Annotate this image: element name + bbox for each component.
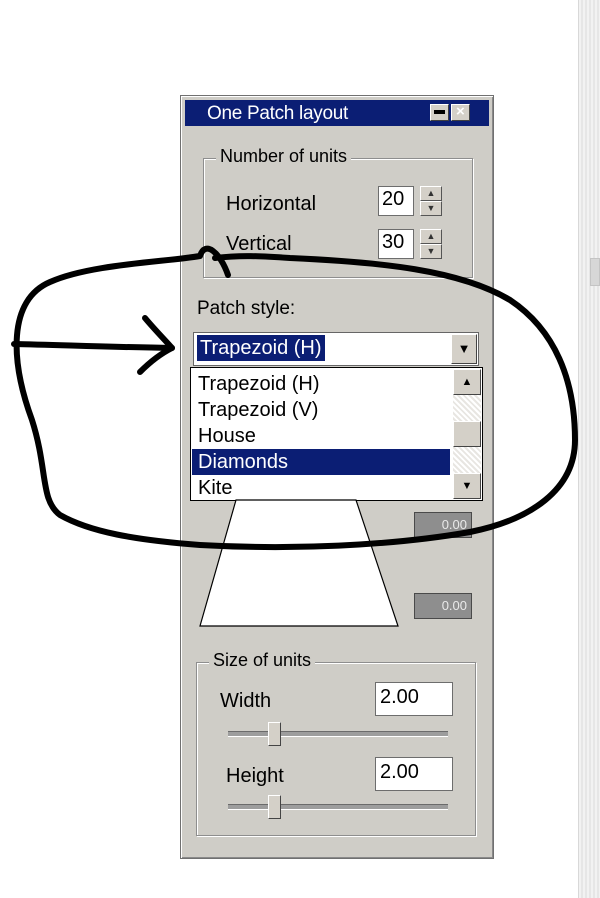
minimize-icon[interactable]	[430, 104, 449, 121]
patch-style-select[interactable]: Trapezoid (H) ▼	[193, 332, 479, 366]
adjacent-window-edge	[578, 0, 600, 898]
preview-top-value: 0.00	[414, 512, 472, 538]
option-diamonds[interactable]: Diamonds	[192, 449, 450, 475]
window-title: One Patch layout	[207, 103, 348, 124]
adjacent-window-scroll-notch	[590, 258, 600, 286]
patch-style-selected-value: Trapezoid (H)	[196, 334, 326, 362]
horizontal-units-input[interactable]: 20	[378, 186, 414, 216]
horizontal-label: Horizontal	[226, 193, 317, 215]
horizontal-units-spinner[interactable]: ▲ ▼	[420, 186, 442, 216]
vertical-label: Vertical	[226, 233, 292, 255]
height-slider-thumb[interactable]	[267, 795, 281, 819]
spin-down-icon[interactable]: ▼	[420, 244, 442, 259]
dropdown-scrollbar[interactable]: ▲ ▼	[453, 369, 481, 499]
patch-style-label: Patch style:	[197, 298, 296, 319]
height-slider-track[interactable]	[228, 804, 448, 810]
annotation-arrow-head	[137, 315, 175, 375]
number-of-units-group: Number of units	[203, 146, 473, 278]
width-label: Width	[220, 690, 272, 712]
width-slider-track[interactable]	[228, 731, 448, 737]
option-trapezoid-h[interactable]: Trapezoid (H)	[192, 371, 450, 397]
height-label: Height	[226, 765, 284, 787]
patch-style-dropdown-list: Trapezoid (H) Trapezoid (V) House Diamon…	[190, 367, 483, 501]
scroll-down-icon[interactable]: ▼	[453, 473, 481, 499]
annotation-arrow-shaft	[11, 341, 175, 351]
option-trapezoid-v[interactable]: Trapezoid (V)	[192, 397, 450, 423]
spin-down-icon[interactable]: ▼	[420, 201, 442, 216]
preview-bottom-value: 0.00	[414, 593, 472, 619]
dropdown-arrow-icon[interactable]: ▼	[451, 334, 477, 364]
option-house[interactable]: House	[192, 423, 450, 449]
spin-up-icon[interactable]: ▲	[420, 186, 442, 201]
size-of-units-legend: Size of units	[209, 650, 316, 671]
scroll-up-icon[interactable]: ▲	[453, 369, 481, 395]
vertical-units-spinner[interactable]: ▲ ▼	[420, 229, 442, 259]
height-input[interactable]: 2.00	[375, 757, 453, 791]
vertical-units-input[interactable]: 30	[378, 229, 414, 259]
titlebar[interactable]: One Patch layout ×	[185, 100, 489, 126]
trapezoid-shape	[199, 499, 399, 627]
close-icon[interactable]: ×	[451, 103, 470, 121]
width-slider-thumb[interactable]	[267, 722, 281, 746]
width-input[interactable]: 2.00	[375, 682, 453, 716]
spin-up-icon[interactable]: ▲	[420, 229, 442, 244]
number-of-units-legend: Number of units	[216, 146, 352, 167]
scroll-thumb[interactable]	[453, 421, 481, 447]
close-glyph: ×	[456, 103, 465, 120]
